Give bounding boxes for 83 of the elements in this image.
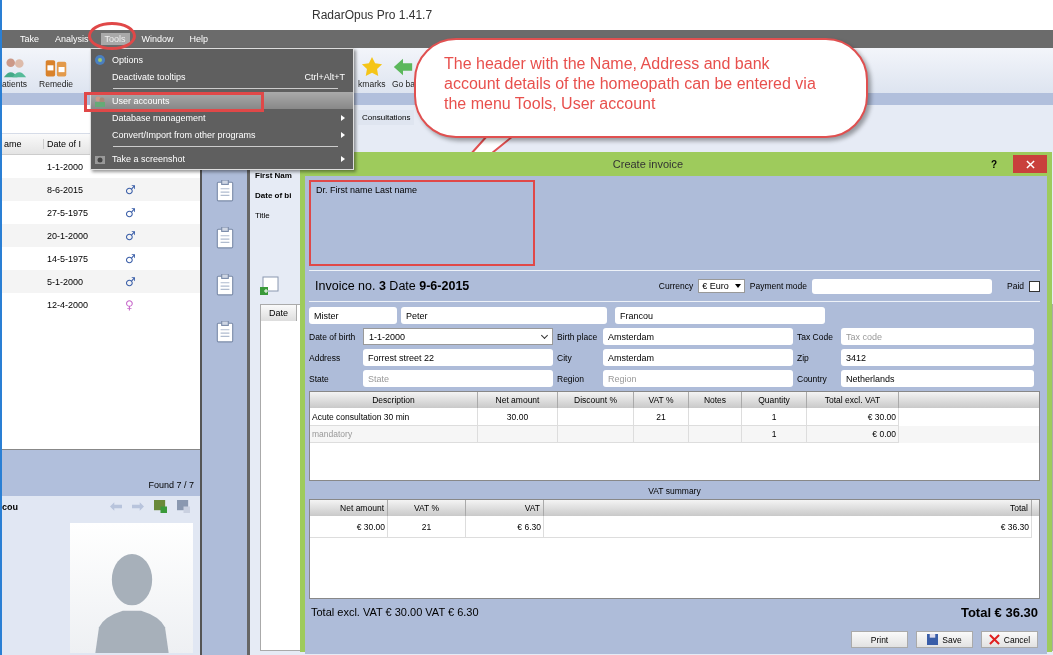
column-header[interactable]: Description [310,392,478,408]
dialog-title: Create invoice [611,158,685,170]
input-field[interactable]: Amsterdam [603,349,793,366]
toolbar-label[interactable]: Remedie [39,79,74,89]
column-header[interactable]: Total excl. VAT [807,392,899,408]
table-cell-text: 20-1-2000 [46,230,90,241]
column-header[interactable]: Quantity [742,392,807,408]
input-field[interactable]: Mister [309,307,397,324]
consultations-tab[interactable]: Consultations [358,110,415,125]
field-label: Currency [658,281,694,291]
column-header[interactable]: Net amount [310,500,388,516]
toolbar-label[interactable]: Go ba [391,79,416,89]
table-cell-text: 1-1-2000 [46,161,85,172]
table-cell-text: 27-5-1975 [46,207,90,218]
field-label: Paid [1007,281,1024,291]
gender-symbol: ♀ [125,297,134,312]
field-label: Date of birth [309,331,357,342]
table-cell[interactable]: € 0.00 [807,426,899,443]
table-cell: € 30.00 [310,516,388,538]
column-header[interactable]: ame [2,139,44,149]
field-label: City [557,352,573,363]
field-label: Country [797,373,828,384]
grand-total: Total € 36.30 [960,604,1038,620]
table-cell-text: 5-1-2000 [46,276,85,287]
currency-dropdown[interactable]: € Euro [698,279,745,293]
column-header[interactable]: VAT % [634,392,689,408]
menu-item[interactable]: Analysis [51,33,93,45]
toolbar-label[interactable]: atients [2,79,28,89]
menu-item[interactable]: Window [137,33,178,45]
table-cell-text: 8-6-2015 [46,184,85,195]
gender-symbol: ♂ [125,251,136,266]
window-title: RadarOpus Pro 1.41.7 [312,8,433,22]
input-field[interactable]: Francou [615,307,825,324]
help-button[interactable]: ? [990,158,997,170]
menu-item[interactable]: Help [185,33,213,45]
table-cell-text: 12-4-2000 [46,299,90,310]
table-cell-text: 14-5-1975 [46,253,90,264]
field-label: First Nam [255,171,293,180]
menu-item[interactable]: Options [91,51,353,68]
column-header[interactable]: Net amount [478,392,558,408]
column-header[interactable]: VAT [466,500,544,516]
column-header[interactable]: Discount % [558,392,634,408]
table-cell[interactable]: 1 [742,426,807,443]
input-field[interactable]: Forrest street 22 [363,349,553,366]
date-dropdown[interactable]: 1-1-2000 [363,328,553,345]
totals-summary: Total excl. VAT € 30.00 VAT € 6.30 [311,606,479,618]
save-button[interactable]: Save [916,631,973,648]
field-label: State [309,373,330,384]
toolbar-label[interactable]: kmarks [358,79,386,89]
menu-item[interactable]: Database management [91,109,353,126]
menu-item[interactable]: Take a screenshot [91,150,353,167]
print-button[interactable]: Print [851,631,908,648]
gender-symbol: ♂ [125,228,136,243]
gender-symbol: ♂ [125,182,136,197]
cancel-button[interactable]: Cancel [981,631,1038,648]
section-title: VAT summary [648,486,701,496]
field-label: Title [255,211,271,220]
column-header[interactable]: Date [261,305,297,321]
menu-item[interactable]: Take [16,33,43,45]
field-label: Region [557,373,585,384]
input-field[interactable]: 3412 [841,349,1034,366]
found-count: Found 7 / 7 [148,480,194,490]
gender-symbol: ♂ [125,205,136,220]
field-label: Date of bi [255,191,293,200]
table-cell: € 36.30 [544,516,1032,538]
input-field[interactable]: Amsterdam [603,328,793,345]
table-cell: € 6.30 [466,516,544,538]
input-field[interactable]: Peter [401,307,607,324]
field-label: Address [309,352,342,363]
field-label: Zip [797,352,810,363]
table-cell: 21 [388,516,466,538]
header-text-area[interactable]: Dr. First name Last name [309,180,535,266]
callout-text: The header with the Name, Address and bank account details of the homeopath can be entered via the menu Tools, User account [444,54,817,114]
patient-name: cou [2,501,18,512]
column-header[interactable]: Total [544,500,1032,516]
input-field[interactable]: Netherlands [841,370,1034,387]
column-header[interactable]: VAT % [388,500,466,516]
gender-symbol: ♂ [125,274,136,289]
invoice-number: Invoice no. 3 Date 9-6-2015 [314,279,471,293]
field-label: Payment mode [749,281,807,291]
field-label: Tax Code [797,331,834,342]
column-header[interactable]: Notes [689,392,742,408]
field-label: Birth place [557,331,599,342]
